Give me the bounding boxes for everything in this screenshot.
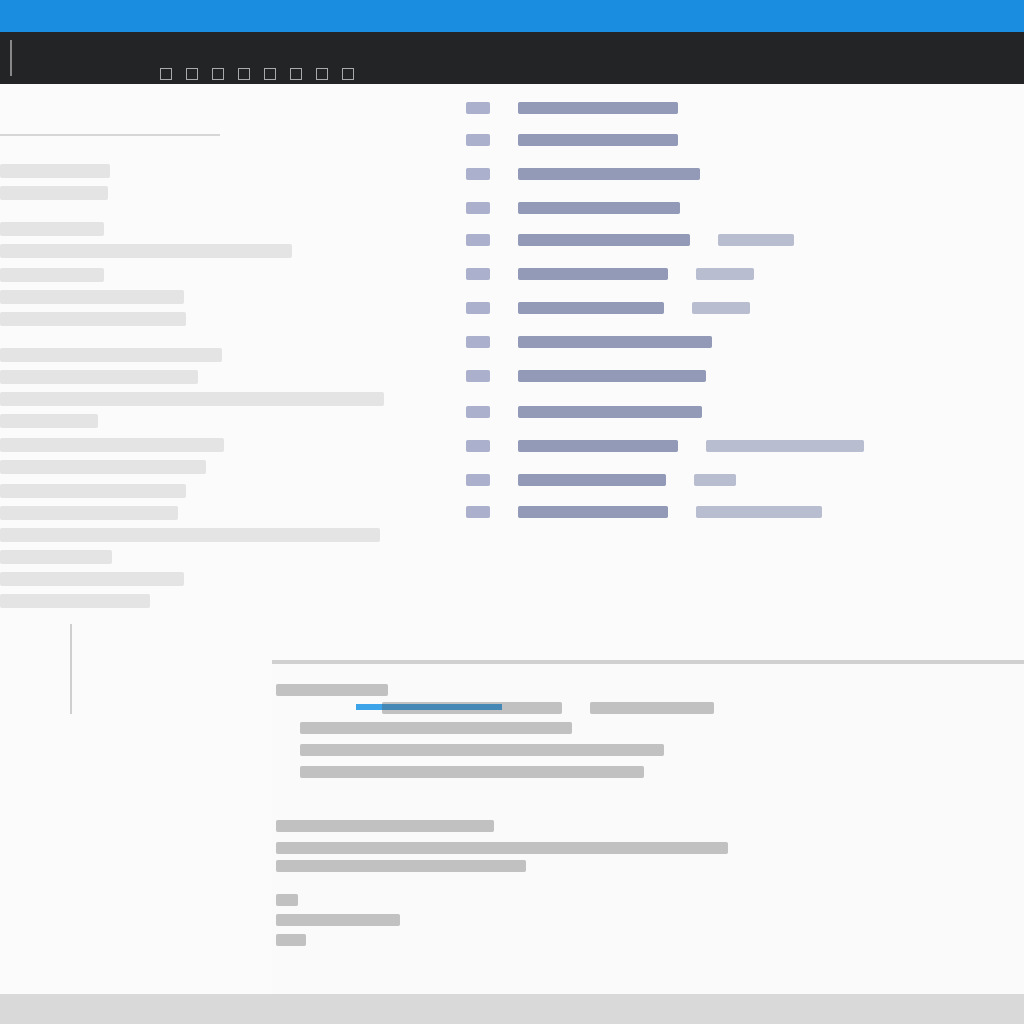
left-pane-item[interactable] xyxy=(0,438,224,452)
left-pane-item[interactable] xyxy=(0,506,178,520)
listing-line[interactable] xyxy=(466,368,706,384)
toolbar-tool-icon[interactable] xyxy=(264,68,276,80)
toolbar-tool-icon[interactable] xyxy=(342,68,354,80)
line-text xyxy=(518,440,678,452)
line-text xyxy=(518,134,678,146)
line-number xyxy=(466,268,490,280)
line-text xyxy=(518,506,668,518)
listing-line[interactable] xyxy=(466,166,700,182)
line-number xyxy=(466,234,490,246)
bottom-panel-line xyxy=(382,702,562,714)
line-number xyxy=(466,134,490,146)
toolbar-tool-icon[interactable] xyxy=(238,68,250,80)
line-text xyxy=(518,406,702,418)
bottom-panel-line xyxy=(300,722,572,734)
line-number xyxy=(466,370,490,382)
line-number xyxy=(466,474,490,486)
listing-line[interactable] xyxy=(466,300,750,316)
main-content xyxy=(0,84,1024,994)
listing-line[interactable] xyxy=(466,504,822,520)
left-pane-item[interactable] xyxy=(0,222,104,236)
listing-line[interactable] xyxy=(466,100,678,116)
bottom-panel-line xyxy=(300,766,644,778)
line-number xyxy=(466,406,490,418)
left-pane-divider xyxy=(0,134,220,136)
line-number xyxy=(466,440,490,452)
toolbar-tool-icon[interactable] xyxy=(290,68,302,80)
line-number xyxy=(466,336,490,348)
left-pane-item[interactable] xyxy=(0,572,184,586)
line-text xyxy=(518,202,680,214)
line-text xyxy=(518,302,664,314)
left-pane-item[interactable] xyxy=(0,312,186,326)
left-pane-scroll-line xyxy=(70,624,72,714)
line-number xyxy=(466,202,490,214)
toolbar xyxy=(0,32,1024,84)
listing-line[interactable] xyxy=(466,438,864,454)
bottom-panel-line xyxy=(590,702,714,714)
listing-line[interactable] xyxy=(466,132,678,148)
toolbar-tool-icon[interactable] xyxy=(212,68,224,80)
left-pane-item[interactable] xyxy=(0,186,108,200)
left-pane-item[interactable] xyxy=(0,164,110,178)
line-text xyxy=(518,370,706,382)
left-pane-item[interactable] xyxy=(0,244,292,258)
bottom-panel-line xyxy=(276,842,728,854)
bottom-panel-line xyxy=(276,914,400,926)
toolbar-tool-icon[interactable] xyxy=(160,68,172,80)
toolbar-tools xyxy=(160,68,354,80)
bottom-panel-line xyxy=(276,820,494,832)
left-pane-item[interactable] xyxy=(0,550,112,564)
window-title-bar xyxy=(0,0,1024,32)
left-pane-item[interactable] xyxy=(0,392,384,406)
bottom-panel-line xyxy=(276,894,298,906)
left-pane-item[interactable] xyxy=(0,460,206,474)
line-comment xyxy=(696,268,754,280)
left-pane-item[interactable] xyxy=(0,528,380,542)
line-text xyxy=(518,474,666,486)
left-pane-item[interactable] xyxy=(0,370,198,384)
line-text xyxy=(518,336,712,348)
listing-line[interactable] xyxy=(466,404,702,420)
listing-line[interactable] xyxy=(466,266,754,282)
line-text xyxy=(518,234,690,246)
left-pane xyxy=(0,134,390,714)
listing-line[interactable] xyxy=(466,232,794,248)
line-comment xyxy=(696,506,822,518)
status-bar xyxy=(0,994,1024,1024)
app-logo-icon xyxy=(10,40,40,76)
left-pane-item[interactable] xyxy=(0,414,98,428)
left-pane-item[interactable] xyxy=(0,484,186,498)
bottom-panel-line xyxy=(276,934,306,946)
line-comment xyxy=(706,440,864,452)
line-number xyxy=(466,302,490,314)
left-pane-item[interactable] xyxy=(0,348,222,362)
line-number xyxy=(466,102,490,114)
listing-line[interactable] xyxy=(466,200,680,216)
line-number xyxy=(466,506,490,518)
left-pane-item[interactable] xyxy=(0,594,150,608)
bottom-panel-heading xyxy=(276,684,388,696)
left-pane-item[interactable] xyxy=(0,268,104,282)
bottom-panel-line xyxy=(276,860,526,872)
line-text xyxy=(518,268,668,280)
bottom-panel-line xyxy=(300,744,664,756)
line-comment xyxy=(694,474,736,486)
toolbar-tool-icon[interactable] xyxy=(316,68,328,80)
listing-line[interactable] xyxy=(466,472,736,488)
toolbar-tool-icon[interactable] xyxy=(186,68,198,80)
line-text xyxy=(518,168,700,180)
code-listing xyxy=(466,92,886,532)
line-comment xyxy=(692,302,750,314)
line-text xyxy=(518,102,678,114)
bottom-panel xyxy=(272,660,1024,994)
left-pane-item[interactable] xyxy=(0,290,184,304)
listing-line[interactable] xyxy=(466,334,712,350)
line-number xyxy=(466,168,490,180)
line-comment xyxy=(718,234,794,246)
